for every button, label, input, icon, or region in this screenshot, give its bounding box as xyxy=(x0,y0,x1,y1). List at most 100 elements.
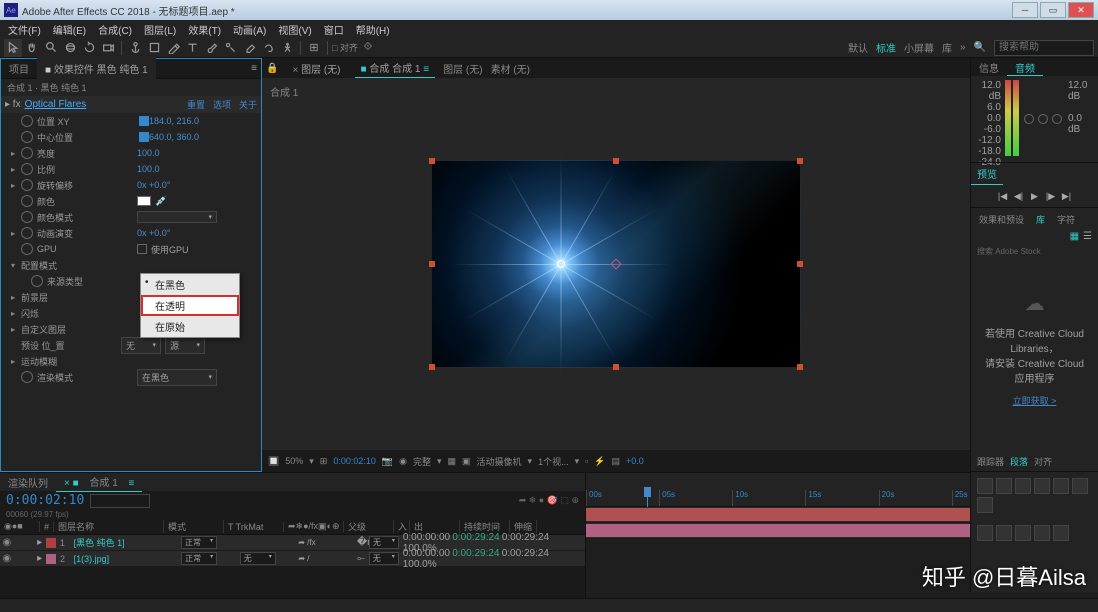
minimize-button[interactable]: ─ xyxy=(1012,2,1038,18)
exposure-value[interactable]: +0.0 xyxy=(626,456,644,466)
snap-icon[interactable]: ⟐ xyxy=(359,39,377,57)
mode-dropdown[interactable]: 正常 xyxy=(181,552,217,565)
zoom-dropdown[interactable]: 50% xyxy=(285,456,303,466)
handle-t[interactable] xyxy=(613,158,619,164)
resolution-dropdown[interactable]: 完整 xyxy=(413,455,431,468)
first-frame-icon[interactable]: |◀ xyxy=(996,189,1010,203)
stopwatch-icon[interactable] xyxy=(21,243,33,255)
effect-reset[interactable]: 重置 xyxy=(187,98,205,111)
col-parent[interactable]: 父级 xyxy=(344,520,394,533)
views-dropdown[interactable]: 1个视... xyxy=(538,455,569,468)
menu-help[interactable]: 帮助(H) xyxy=(350,20,396,39)
center-cross-icon[interactable] xyxy=(610,258,621,269)
col-source[interactable]: 图层名称 xyxy=(54,520,164,533)
align-icon[interactable] xyxy=(1053,478,1069,494)
tab-effect-controls[interactable]: ■ 效果控件 黑色 纯色 1 xyxy=(37,57,156,80)
local-axis-icon[interactable]: ⊞ xyxy=(305,39,323,57)
menu-animation[interactable]: 动画(A) xyxy=(227,20,272,39)
gpu-checkbox[interactable] xyxy=(137,244,147,254)
tab-flow[interactable]: 图层 (无) xyxy=(443,61,482,76)
tab-project[interactable]: 项目 xyxy=(1,57,37,80)
channel-icon[interactable]: ◉ xyxy=(399,456,407,467)
col-mode[interactable]: 模式 xyxy=(164,520,224,533)
brush-tool-icon[interactable] xyxy=(202,39,220,57)
tab-align[interactable]: 对齐 xyxy=(1034,455,1052,468)
stopwatch-icon[interactable] xyxy=(21,371,33,383)
menu-view[interactable]: 视图(V) xyxy=(272,20,317,39)
composition-viewer[interactable]: 合成 1 xyxy=(262,78,970,450)
next-frame-icon[interactable]: |▶ xyxy=(1044,189,1058,203)
view-grid-icon[interactable]: ▦ xyxy=(1070,231,1079,242)
panel-menu-icon[interactable]: ≡ xyxy=(251,63,261,74)
mode-dropdown[interactable]: 正常 xyxy=(181,536,217,549)
level-knob[interactable] xyxy=(1038,114,1048,124)
effect-options[interactable]: 选项 xyxy=(213,98,231,111)
stopwatch-icon[interactable] xyxy=(21,195,33,207)
popup-option-black[interactable]: 在黑色 xyxy=(141,274,239,295)
stopwatch-icon[interactable] xyxy=(21,211,33,223)
pen-tool-icon[interactable] xyxy=(164,39,182,57)
workspace-review[interactable]: 标准 xyxy=(876,40,896,55)
prop-anim-val[interactable]: 0x +0.0° xyxy=(137,228,170,238)
maximize-button[interactable]: ▭ xyxy=(1040,2,1066,18)
visibility-icon[interactable]: ◉ xyxy=(0,537,14,548)
spacing-icon[interactable] xyxy=(1034,525,1050,541)
tab-audio[interactable]: 音频 xyxy=(1007,58,1043,76)
close-button[interactable]: ✕ xyxy=(1068,2,1094,18)
search-layers-input[interactable] xyxy=(90,494,150,508)
3d-icon[interactable]: ▤ xyxy=(612,456,621,467)
align-icon[interactable] xyxy=(996,478,1012,494)
workspace-more[interactable]: » xyxy=(960,42,966,53)
stopwatch-icon[interactable] xyxy=(21,131,33,143)
trkmat-dropdown[interactable]: 无 xyxy=(240,552,276,565)
workspace-small[interactable]: 小屏幕 xyxy=(904,40,934,55)
rotate-tool-icon[interactable] xyxy=(80,39,98,57)
tab-layer[interactable]: × 图层 (无) xyxy=(286,59,346,78)
keyframe-icon[interactable] xyxy=(139,132,149,142)
preset-b-dropdown[interactable]: 源 xyxy=(165,337,205,354)
workspace-lib[interactable]: 库 xyxy=(942,40,952,55)
anchor-point-icon[interactable] xyxy=(557,260,565,268)
prop-rot-val[interactable]: 0x +0.0° xyxy=(137,180,170,190)
preview-canvas[interactable] xyxy=(431,160,801,368)
spacing-icon[interactable] xyxy=(1053,525,1069,541)
prop-scale-val[interactable]: 100.0 xyxy=(137,164,160,174)
prop-position-val[interactable]: 184.0, 216.0 xyxy=(149,116,199,126)
effect-about[interactable]: 关于 xyxy=(239,98,257,111)
cc-get-link[interactable]: 立即获取 > xyxy=(979,395,1090,409)
current-time[interactable]: 0:00:02:10 xyxy=(333,456,376,466)
tab-paragraph[interactable]: 段落 xyxy=(1010,455,1028,468)
last-frame-icon[interactable]: ▶| xyxy=(1060,189,1074,203)
menu-layer[interactable]: 图层(L) xyxy=(138,20,182,39)
stopwatch-icon[interactable] xyxy=(21,227,33,239)
tab-library[interactable]: 库 xyxy=(1032,212,1049,227)
shape-tool-icon[interactable] xyxy=(145,39,163,57)
tab-effects-presets[interactable]: 效果和预设 xyxy=(975,212,1028,227)
handle-l[interactable] xyxy=(429,261,435,267)
resolution-icon[interactable]: ⊞ xyxy=(320,456,328,467)
zoom-tool-icon[interactable] xyxy=(42,39,60,57)
popup-option-original[interactable]: 在原始 xyxy=(141,316,239,337)
stopwatch-icon[interactable] xyxy=(31,275,43,287)
grid-icon[interactable]: ▦ xyxy=(447,456,456,467)
menu-edit[interactable]: 编辑(E) xyxy=(47,20,92,39)
preset-a-dropdown[interactable]: 无 xyxy=(121,337,161,354)
lock-icon[interactable]: 🔒 xyxy=(266,63,278,74)
tab-comp1[interactable]: × ■ 合成 1 ≡ xyxy=(56,472,142,492)
spacing-icon[interactable] xyxy=(977,525,993,541)
puppet-tool-icon[interactable] xyxy=(278,39,296,57)
stopwatch-icon[interactable] xyxy=(21,163,33,175)
menu-window[interactable]: 窗口 xyxy=(318,20,350,39)
col-trkmat[interactable]: T TrkMat xyxy=(224,522,284,532)
camera-tool-icon[interactable] xyxy=(99,39,117,57)
handle-r[interactable] xyxy=(797,261,803,267)
preview-header[interactable]: 预览 xyxy=(971,163,1003,185)
text-tool-icon[interactable] xyxy=(183,39,201,57)
tab-render-queue[interactable]: 渲染队列 xyxy=(0,473,56,492)
align-icon[interactable] xyxy=(977,478,993,494)
handle-bl[interactable] xyxy=(429,364,435,370)
tab-composition[interactable]: ■ 合成 合成 1 ≡ xyxy=(355,58,436,78)
stopwatch-icon[interactable] xyxy=(21,179,33,191)
tab-info[interactable]: 信息 xyxy=(971,58,1007,76)
pixel-icon[interactable]: ▫ xyxy=(585,456,588,466)
